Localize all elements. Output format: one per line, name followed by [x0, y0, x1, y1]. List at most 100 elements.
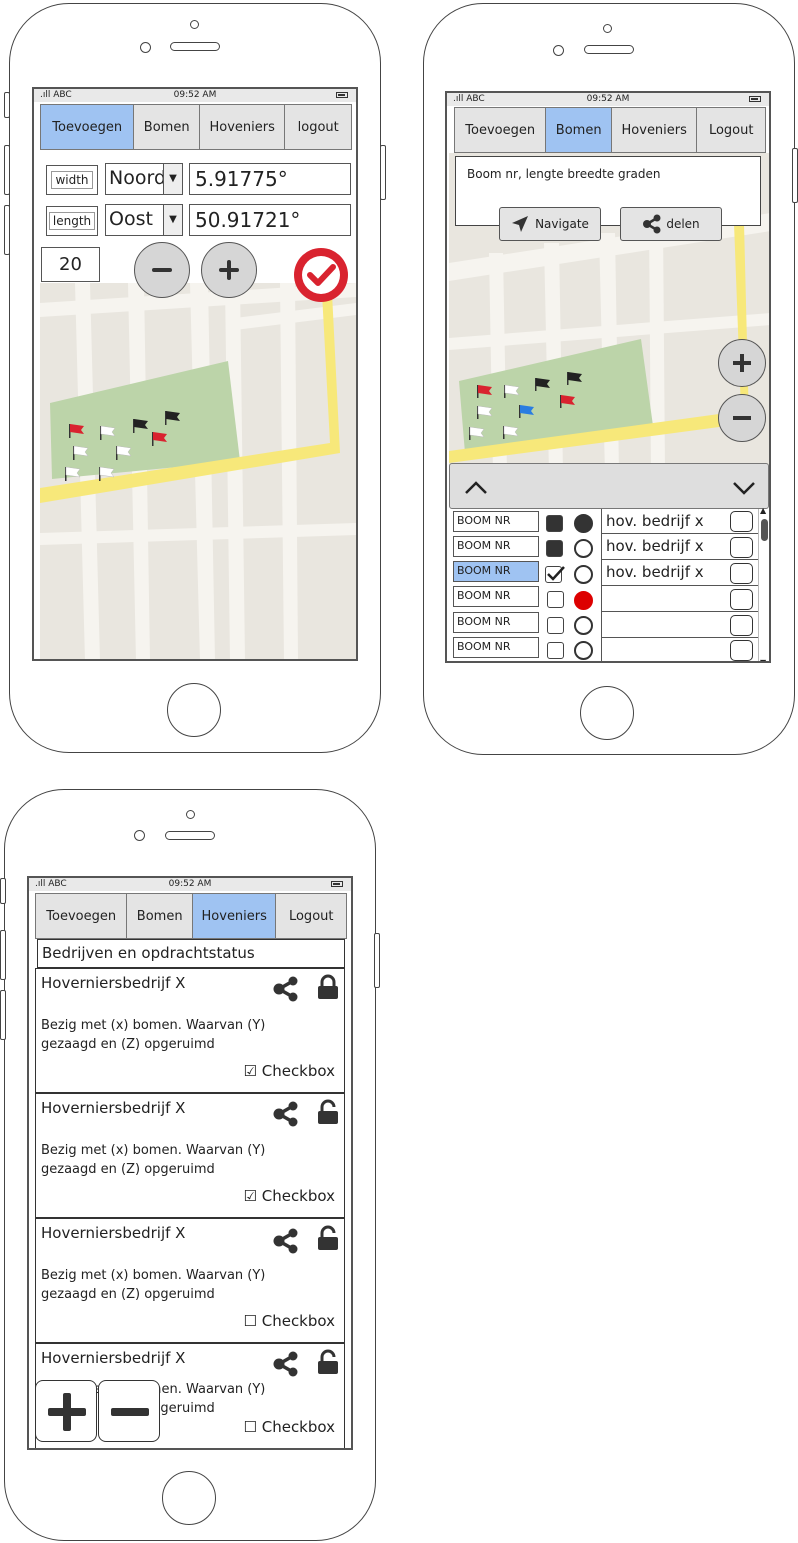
flag-white-icon	[65, 466, 81, 481]
info-text: Boom nr, lengte breedte graden	[467, 167, 661, 181]
power-button	[792, 148, 798, 203]
remove-company-button[interactable]	[98, 1380, 160, 1442]
speaker-slot	[584, 45, 634, 54]
tree-row-label[interactable]: BOOM NR	[453, 612, 539, 633]
row-checkbox[interactable]	[546, 540, 563, 557]
status-dot	[574, 565, 593, 584]
row-checkbox[interactable]	[546, 515, 563, 532]
tab-hoveniers[interactable]: Hoveniers	[612, 108, 698, 152]
tab-bar: Toevoegen Bomen Hoveniers Logout	[35, 893, 347, 939]
chevron-down-icon[interactable]	[732, 481, 756, 495]
tree-row-label-selected[interactable]: BOOM NR	[453, 561, 539, 582]
flag-white-icon	[503, 425, 519, 439]
tab-logout[interactable]: Logout	[697, 108, 765, 152]
lock-open-icon[interactable]	[317, 1099, 339, 1125]
zoom-in-button[interactable]	[718, 339, 766, 387]
status-checkbox[interactable]: ☐ Checkbox	[244, 1312, 335, 1330]
sensor-dot	[553, 45, 564, 56]
checkmark-icon	[547, 566, 565, 581]
camera-dot	[190, 20, 199, 29]
zoom-out-button[interactable]	[718, 394, 766, 442]
company-name: Hoverniersbedrijf X	[41, 1224, 186, 1242]
speaker-slot	[170, 42, 220, 51]
status-dot-red	[574, 591, 593, 610]
minus-icon	[733, 416, 751, 420]
row-checkbox-checked[interactable]	[545, 564, 565, 584]
add-company-button[interactable]	[35, 1380, 97, 1442]
flag-black-icon	[567, 372, 582, 385]
lock-closed-icon[interactable]	[317, 974, 339, 1000]
navigate-button[interactable]: Navigate	[499, 207, 601, 241]
home-button[interactable]	[162, 1471, 216, 1525]
flag-red-icon	[69, 424, 84, 438]
status-checkbox[interactable]: ☑ Checkbox	[244, 1062, 335, 1080]
list-scrollbar[interactable]: ▲ ▼	[758, 506, 769, 661]
tab-toevoegen[interactable]: Toevoegen	[455, 108, 547, 152]
hov-text: hov. bedrijf x	[606, 537, 704, 555]
power-button	[374, 933, 380, 988]
list-drawer-header[interactable]	[449, 463, 769, 509]
flag-black-icon	[133, 419, 148, 433]
share-icon[interactable]	[273, 1101, 299, 1127]
description-line: Bezig met (x) bomen. Waarvan (Y)	[41, 1018, 266, 1033]
row-checkbox[interactable]	[547, 617, 564, 634]
scroll-down-arrow-icon[interactable]: ▼	[760, 658, 766, 661]
status-checkbox[interactable]: ☐ Checkbox	[244, 1418, 335, 1436]
volume-button	[0, 930, 6, 980]
navigation-arrow-icon	[512, 216, 529, 232]
tab-toevoegen[interactable]: Toevoegen	[36, 894, 128, 938]
share-button[interactable]: delen	[620, 207, 722, 241]
power-button	[380, 145, 386, 200]
tree-row-label[interactable]: BOOM NR	[453, 536, 539, 557]
share-icon[interactable]	[273, 1351, 299, 1377]
hov-checkbox[interactable]	[730, 511, 753, 532]
row-checkbox[interactable]	[547, 591, 564, 608]
tree-row-label[interactable]: BOOM NR	[453, 511, 539, 532]
status-checkbox[interactable]: ☑ Checkbox	[244, 1187, 335, 1205]
hov-checkbox[interactable]	[730, 589, 753, 610]
tab-bomen[interactable]: Bomen	[127, 894, 193, 938]
status-bar: .ıll ABC 09:52 AM	[29, 878, 351, 891]
row-checkbox[interactable]	[547, 642, 564, 659]
lock-open-icon[interactable]	[317, 1225, 339, 1251]
increment-button[interactable]	[201, 242, 257, 298]
company-card[interactable]: Hoverniersbedrijf X Bezig met (x) bomen.…	[35, 1218, 345, 1343]
company-card[interactable]: Hoverniersbedrijf X Bezig met (x) bomen.…	[35, 968, 345, 1093]
hov-checkbox[interactable]	[730, 640, 753, 661]
tab-logout[interactable]: Logout	[276, 894, 346, 938]
home-button[interactable]	[167, 683, 221, 737]
scroll-thumb[interactable]	[761, 519, 768, 541]
speaker-slot	[165, 831, 215, 840]
flag-white-icon	[116, 445, 132, 460]
chevron-up-icon[interactable]	[464, 481, 488, 495]
confirm-button[interactable]	[293, 247, 349, 303]
decrement-button[interactable]	[134, 242, 190, 298]
description-line: Bezig met (x) bomen. Waarvan (Y)	[41, 1143, 266, 1158]
share-icon	[643, 214, 661, 234]
company-name: Hoverniersbedrijf X	[41, 1099, 186, 1117]
company-card[interactable]: Hoverniersbedrijf X Bezig met (x) bomen.…	[35, 1093, 345, 1218]
share-icon[interactable]	[273, 1228, 299, 1254]
description-line: gezaagd en (Z) opgeruimd	[41, 1162, 215, 1177]
volume-button	[4, 92, 10, 118]
tab-hoveniers[interactable]: Hoveniers	[192, 894, 277, 938]
status-dot	[574, 539, 593, 558]
plus-icon	[733, 354, 751, 372]
hov-checkbox[interactable]	[730, 537, 753, 558]
tree-list: BOOM NR BOOM NR BOOM NR BOOM NR BOOM NR …	[449, 506, 769, 661]
scroll-up-arrow-icon[interactable]: ▲	[760, 506, 766, 515]
volume-button	[4, 145, 10, 195]
flag-black-icon	[535, 378, 550, 391]
tree-row-label[interactable]: BOOM NR	[453, 637, 539, 658]
sensor-dot	[140, 42, 151, 53]
lock-open-icon[interactable]	[317, 1349, 339, 1375]
tab-bomen[interactable]: Bomen	[546, 108, 612, 152]
flag-red-icon	[152, 432, 167, 446]
hov-checkbox[interactable]	[730, 615, 753, 636]
home-button[interactable]	[580, 686, 634, 740]
share-icon[interactable]	[273, 976, 299, 1002]
tree-row-label[interactable]: BOOM NR	[453, 586, 539, 607]
hov-checkbox[interactable]	[730, 563, 753, 584]
description-line: Bezig met (x) bomen. Waarvan (Y)	[41, 1268, 266, 1283]
company-name: Hoverniersbedrijf X	[41, 1349, 186, 1367]
